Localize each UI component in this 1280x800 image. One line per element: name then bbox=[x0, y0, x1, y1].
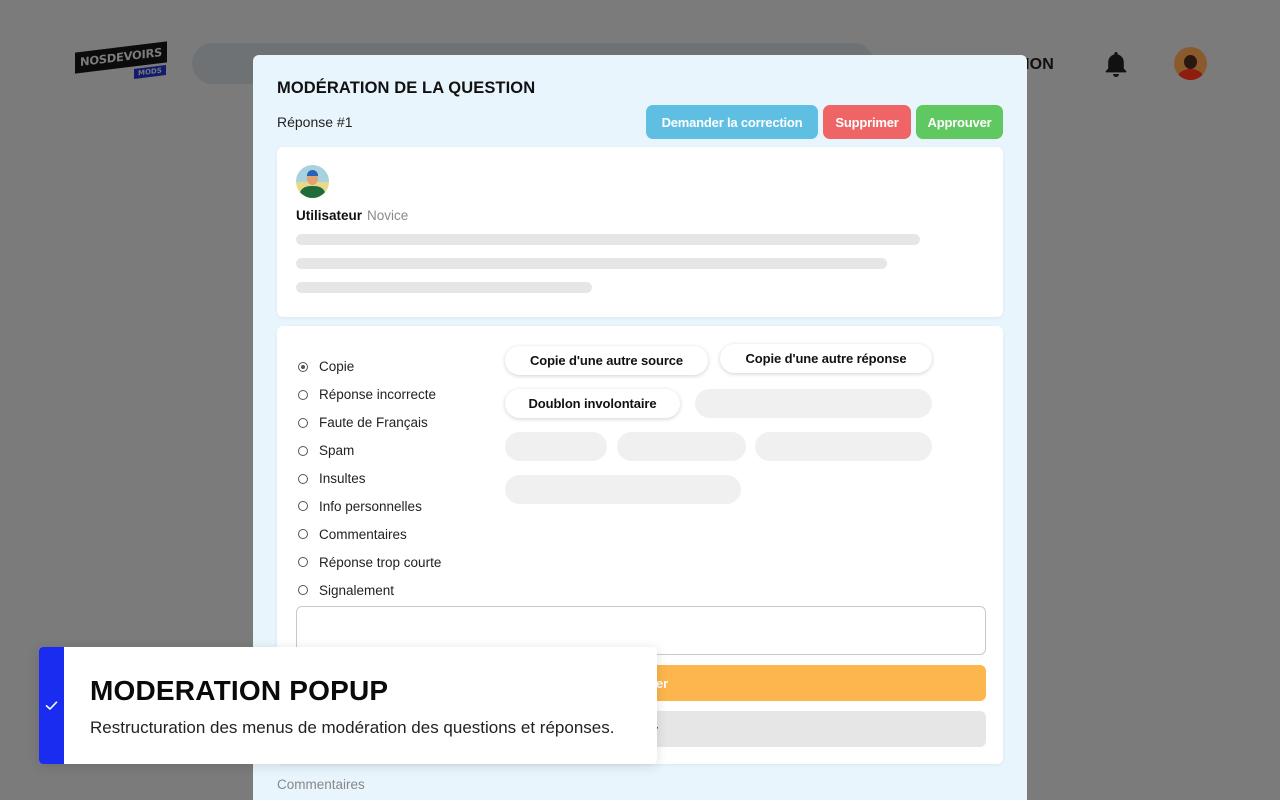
author-name[interactable]: Utilisateur bbox=[296, 208, 362, 223]
reason-option[interactable]: Insultes bbox=[298, 465, 441, 493]
toast-message: Restructuration des menus de modération … bbox=[90, 718, 615, 737]
reason-option[interactable]: Copie bbox=[298, 353, 441, 381]
delete-button[interactable]: Supprimer bbox=[823, 105, 911, 139]
radio-button[interactable] bbox=[298, 557, 308, 568]
check-icon bbox=[45, 701, 58, 710]
answer-label: Réponse #1 bbox=[277, 114, 353, 130]
reason-label: Spam bbox=[319, 443, 355, 459]
sub-reason-placeholder bbox=[617, 432, 746, 461]
radio-button[interactable] bbox=[298, 473, 308, 484]
reason-label: Info personnelles bbox=[319, 498, 422, 514]
modal-title: MODÉRATION DE LA QUESTION bbox=[277, 79, 536, 97]
sub-reason-placeholder bbox=[755, 432, 932, 461]
reason-option[interactable]: Faute de Français bbox=[298, 409, 441, 437]
reason-label: Signalement bbox=[319, 582, 395, 598]
reason-option[interactable]: Info personnelles bbox=[298, 492, 441, 520]
answer-text-placeholder bbox=[296, 258, 887, 269]
toast-accent-bar bbox=[39, 647, 64, 764]
toast-title: MODERATION POPUP bbox=[90, 675, 389, 706]
avatar[interactable] bbox=[1174, 47, 1207, 80]
sub-reason-chip[interactable]: Copie d'une autre source bbox=[505, 346, 708, 375]
sub-reason-placeholder bbox=[505, 432, 607, 461]
radio-button[interactable] bbox=[298, 417, 308, 428]
reason-option[interactable]: Commentaires bbox=[298, 520, 441, 548]
notification-toast: MODERATION POPUP Restructuration des men… bbox=[39, 647, 657, 764]
request-correction-button[interactable]: Demander la correction bbox=[646, 105, 818, 139]
logo[interactable]: NOSDEVOIRS MODS bbox=[75, 41, 167, 83]
sub-reason-placeholder bbox=[505, 475, 741, 504]
sub-reason-placeholder bbox=[695, 389, 932, 418]
comments-section-label: Commentaires bbox=[277, 777, 365, 792]
reason-option[interactable]: Réponse trop courte bbox=[298, 548, 441, 576]
reason-label: Insultes bbox=[319, 471, 366, 486]
radio-button[interactable] bbox=[298, 445, 308, 456]
author-rank: Novice bbox=[367, 208, 409, 223]
reason-option[interactable]: Signalement bbox=[298, 576, 441, 604]
radio-button[interactable] bbox=[298, 389, 308, 400]
sub-reason-chip[interactable]: Doublon involontaire bbox=[505, 389, 680, 418]
sub-reason-chip[interactable]: Copie d'une autre réponse bbox=[720, 344, 932, 373]
radio-button[interactable] bbox=[298, 501, 308, 512]
answer-text-placeholder bbox=[296, 282, 592, 293]
reason-label: Commentaires bbox=[319, 526, 407, 542]
author-avatar[interactable] bbox=[296, 165, 329, 198]
reason-option[interactable]: Réponse incorrecte bbox=[298, 381, 441, 409]
reason-option[interactable]: Spam bbox=[298, 437, 441, 465]
radio-button[interactable] bbox=[298, 529, 308, 540]
radio-button[interactable] bbox=[298, 361, 308, 372]
reason-label: Copie bbox=[319, 359, 355, 375]
logo-subtext: MODS bbox=[134, 65, 166, 79]
approve-button[interactable]: Approuver bbox=[916, 105, 1003, 139]
bell-icon[interactable] bbox=[1103, 50, 1129, 78]
reason-label: Réponse trop courte bbox=[319, 554, 442, 570]
radio-button[interactable] bbox=[298, 585, 308, 596]
reason-label: Réponse incorrecte bbox=[319, 387, 437, 403]
reason-radio-group: Copie Réponse incorrecte Faute de França… bbox=[298, 353, 441, 604]
answer-text-placeholder bbox=[296, 234, 920, 245]
reason-label: Faute de Français bbox=[319, 415, 428, 431]
answer-card: Utilisateur Novice bbox=[277, 147, 1003, 317]
